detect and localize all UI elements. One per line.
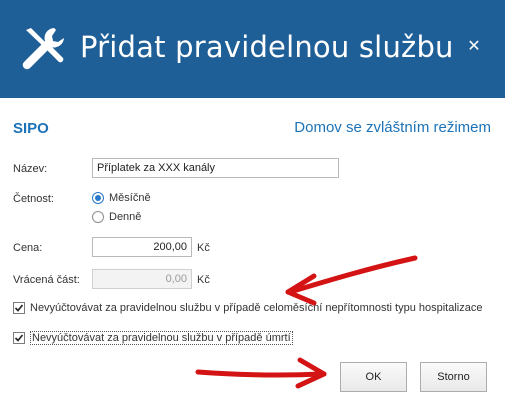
checkbox-hospitalization-label: Nevyúčtovávat za pravidelnou službu v př…: [30, 302, 483, 314]
frequency-option-daily[interactable]: Denně: [92, 211, 141, 223]
frequency-label: Četnost:: [13, 193, 54, 205]
section-title: SIPO: [13, 120, 49, 137]
name-input[interactable]: Příplatek za XXX kanály: [92, 158, 339, 178]
price-input[interactable]: 200,00: [92, 237, 192, 257]
ok-button[interactable]: OK: [340, 362, 407, 392]
frequency-option-monthly[interactable]: Měsíčně: [92, 192, 151, 204]
refund-unit: Kč: [197, 274, 210, 286]
radio-monthly-label: Měsíčně: [109, 192, 151, 204]
arrow-to-checkbox: [285, 255, 418, 306]
refund-label: Vrácená část:: [13, 274, 80, 286]
checkbox-death-label: Nevyúčtovávat za pravidelnou službu v př…: [30, 331, 293, 345]
title-bar: Přidat pravidelnou službu ✕: [0, 0, 505, 98]
checkbox-row-death[interactable]: Nevyúčtovávat za pravidelnou službu v př…: [13, 331, 293, 345]
price-label: Cena:: [13, 242, 43, 254]
checkbox-hospitalization[interactable]: [13, 302, 25, 314]
refund-input: 0,00: [92, 269, 192, 289]
checkmark-icon: [14, 304, 24, 312]
checkbox-row-hospitalization[interactable]: Nevyúčtovávat za pravidelnou službu v př…: [13, 302, 482, 314]
facility-name: Domov se zvláštním režimem: [294, 119, 491, 136]
arrow-to-ok: [195, 357, 327, 389]
radio-daily-label: Denně: [109, 211, 142, 223]
checkmark-icon: [14, 334, 24, 342]
cancel-button[interactable]: Storno: [420, 362, 487, 392]
price-unit: Kč: [197, 242, 210, 254]
close-icon[interactable]: ✕: [465, 38, 483, 56]
checkbox-death[interactable]: [13, 332, 25, 344]
name-label: Název:: [13, 163, 48, 175]
radio-daily[interactable]: [92, 211, 104, 223]
tools-icon: [22, 28, 64, 70]
window-title: Přidat pravidelnou službu: [80, 30, 454, 64]
radio-monthly[interactable]: [92, 192, 104, 204]
